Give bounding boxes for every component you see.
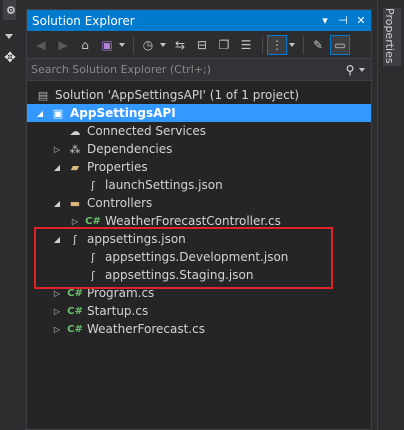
tree-item-appsettings-development[interactable]: ʃ appsettings.Development.json	[27, 248, 371, 266]
window-position-button[interactable]: ▾	[317, 13, 333, 29]
pending-changes-dropdown[interactable]	[160, 42, 166, 47]
history-icon[interactable]: ◷	[138, 35, 158, 55]
expanded-arrow-icon[interactable]: ◢	[52, 234, 62, 244]
tree-item-solution[interactable]: ▤ Solution 'AppSettingsAPI' (1 of 1 proj…	[27, 86, 371, 104]
tree-item-label: appsettings.json	[87, 232, 186, 246]
search-icon[interactable]: ⚲	[341, 63, 359, 77]
toolbar-divider	[303, 35, 304, 54]
collapsed-arrow-icon[interactable]: ▷	[52, 288, 62, 298]
tree-item-label: Controllers	[87, 196, 153, 210]
panel-titlebar[interactable]: Solution Explorer ▾ ⊣ ✕	[27, 10, 371, 31]
json-file-icon: ʃ	[73, 232, 77, 246]
forward-icon[interactable]: ▶	[53, 35, 73, 55]
toolbar-divider	[133, 35, 134, 54]
view-dropdown[interactable]	[289, 42, 295, 47]
tree-item-label: AppSettingsAPI	[70, 106, 176, 120]
solution-tree: ▤ Solution 'AppSettingsAPI' (1 of 1 proj…	[27, 81, 371, 338]
tree-item-label: WeatherForecast.cs	[87, 322, 205, 336]
tree-item-label: appsettings.Staging.json	[105, 268, 254, 282]
solution-explorer-panel: Solution Explorer ▾ ⊣ ✕ ◀ ▶ ⌂ ▣ ◷ ⇆ ⊟ ❐ …	[26, 9, 372, 430]
wrench-icon[interactable]: ✎	[308, 35, 328, 55]
show-all-files-icon[interactable]: ☰	[236, 35, 256, 55]
collapsed-arrow-icon[interactable]: ▷	[52, 324, 62, 334]
json-file-icon: ʃ	[91, 250, 95, 264]
search-options-dropdown[interactable]	[359, 67, 365, 72]
tree-item-label: Connected Services	[87, 124, 207, 138]
panel-title: Solution Explorer	[32, 13, 135, 28]
cloud-icon: ☁	[69, 124, 81, 138]
tree-item-controllers[interactable]: ◢ ▬ Controllers	[27, 194, 371, 212]
tree-item-label: Properties	[87, 160, 148, 174]
vs-icon[interactable]: ▣	[97, 35, 117, 55]
csharp-file-icon: C#	[85, 215, 101, 227]
csharp-file-icon: C#	[67, 287, 83, 299]
collapsed-arrow-icon[interactable]: ▷	[70, 216, 80, 226]
left-gutter: ⚙ ✥	[0, 0, 20, 430]
expanded-arrow-icon[interactable]: ◢	[52, 198, 62, 208]
gear-icon: ⚙	[6, 4, 16, 17]
expanded-arrow-icon[interactable]: ◢	[52, 162, 62, 172]
close-button[interactable]: ✕	[353, 13, 369, 29]
dependencies-icon: ⁂	[69, 142, 81, 156]
folder-icon: ▬	[69, 196, 81, 210]
expanded-arrow-icon[interactable]: ◢	[35, 108, 45, 118]
project-icon: ▣	[52, 106, 64, 120]
switch-views-dropdown[interactable]	[119, 42, 125, 47]
copy-icon[interactable]: ❐	[214, 35, 234, 55]
tree-item-appsettings-staging[interactable]: ʃ appsettings.Staging.json	[27, 266, 371, 284]
tree-item-label: Solution 'AppSettingsAPI' (1 of 1 projec…	[55, 88, 300, 102]
auto-hide-pin-button[interactable]: ⊣	[335, 13, 351, 29]
json-file-icon: ʃ	[91, 268, 95, 282]
csharp-file-icon: C#	[67, 323, 83, 335]
tree-item-weather-controller[interactable]: ▷ C# WeatherForecastController.cs	[27, 212, 371, 230]
preview-icon[interactable]: ▭	[330, 34, 350, 55]
toolbar: ◀ ▶ ⌂ ▣ ◷ ⇆ ⊟ ❐ ☰ ⋮ ✎ ▭	[27, 31, 371, 59]
home-icon[interactable]: ⌂	[75, 35, 95, 55]
properties-side-strip: Properties	[377, 0, 404, 430]
sync-icon[interactable]: ⇆	[170, 35, 190, 55]
json-file-icon: ʃ	[91, 178, 95, 192]
tree-item-dependencies[interactable]: ▷ ⁂ Dependencies	[27, 140, 371, 158]
collapse-all-icon[interactable]: ⊟	[192, 35, 212, 55]
chevron-down-icon[interactable]	[5, 34, 13, 39]
csharp-file-icon: C#	[67, 305, 83, 317]
tree-item-appsettings[interactable]: ◢ ʃ appsettings.json	[27, 230, 371, 248]
tree-item-label: Program.cs	[87, 286, 155, 300]
toolbar-divider	[262, 35, 263, 54]
collapsed-arrow-icon[interactable]: ▷	[52, 144, 62, 154]
view-icon[interactable]: ⋮	[267, 34, 287, 55]
tree-item-project[interactable]: ◢ ▣ AppSettingsAPI	[27, 104, 371, 122]
properties-folder-icon: ▰	[70, 160, 80, 174]
back-icon[interactable]: ◀	[31, 35, 51, 55]
tree-item-label: Dependencies	[87, 142, 173, 156]
tree-item-label: appsettings.Development.json	[105, 250, 289, 264]
tree-item-program[interactable]: ▷ C# Program.cs	[27, 284, 371, 302]
tree-item-properties[interactable]: ◢ ▰ Properties	[27, 158, 371, 176]
tree-item-label: Startup.cs	[87, 304, 149, 318]
solution-icon: ▤	[37, 88, 49, 102]
move-icon[interactable]: ✥	[2, 50, 18, 66]
properties-tab-label: Properties	[383, 8, 396, 64]
collapsed-arrow-icon[interactable]: ▷	[52, 306, 62, 316]
tree-item-connected-services[interactable]: ☁ Connected Services	[27, 122, 371, 140]
tree-item-label: WeatherForecastController.cs	[105, 214, 281, 228]
gutter-tab[interactable]: ⚙	[3, 0, 16, 20]
tree-item-weather-forecast[interactable]: ▷ C# WeatherForecast.cs	[27, 320, 371, 338]
tree-item-startup[interactable]: ▷ C# Startup.cs	[27, 302, 371, 320]
search-bar: ⚲	[27, 59, 371, 81]
tree-item-label: launchSettings.json	[105, 178, 223, 192]
search-input[interactable]	[31, 63, 341, 76]
tree-item-launch-settings[interactable]: ʃ launchSettings.json	[27, 176, 371, 194]
